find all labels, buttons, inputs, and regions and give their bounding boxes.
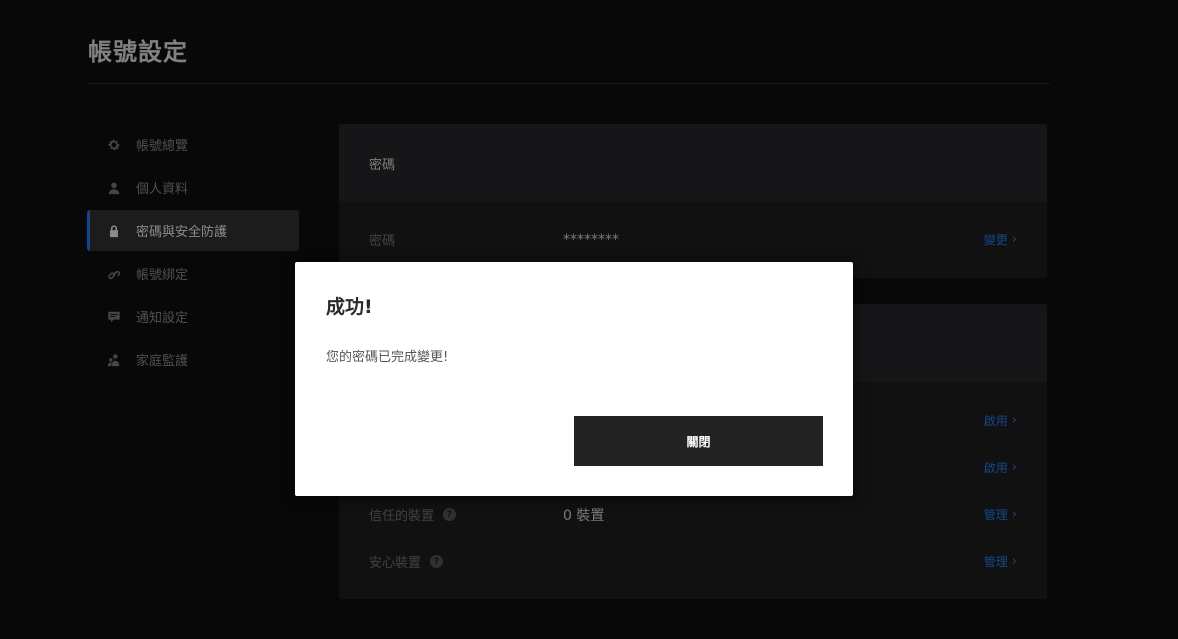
- close-button[interactable]: 關閉: [574, 416, 823, 466]
- account-settings-page: 帳號設定 帳號總覽 個人資料 密碼與安全防護 帳號綁定 通知設定 家庭監護 密碼…: [0, 0, 1178, 639]
- dialog-title: 成功!: [326, 296, 373, 318]
- dialog-message: 您的密碼已完成變更!: [326, 350, 449, 365]
- success-dialog: 成功! 您的密碼已完成變更! 關閉: [295, 262, 853, 496]
